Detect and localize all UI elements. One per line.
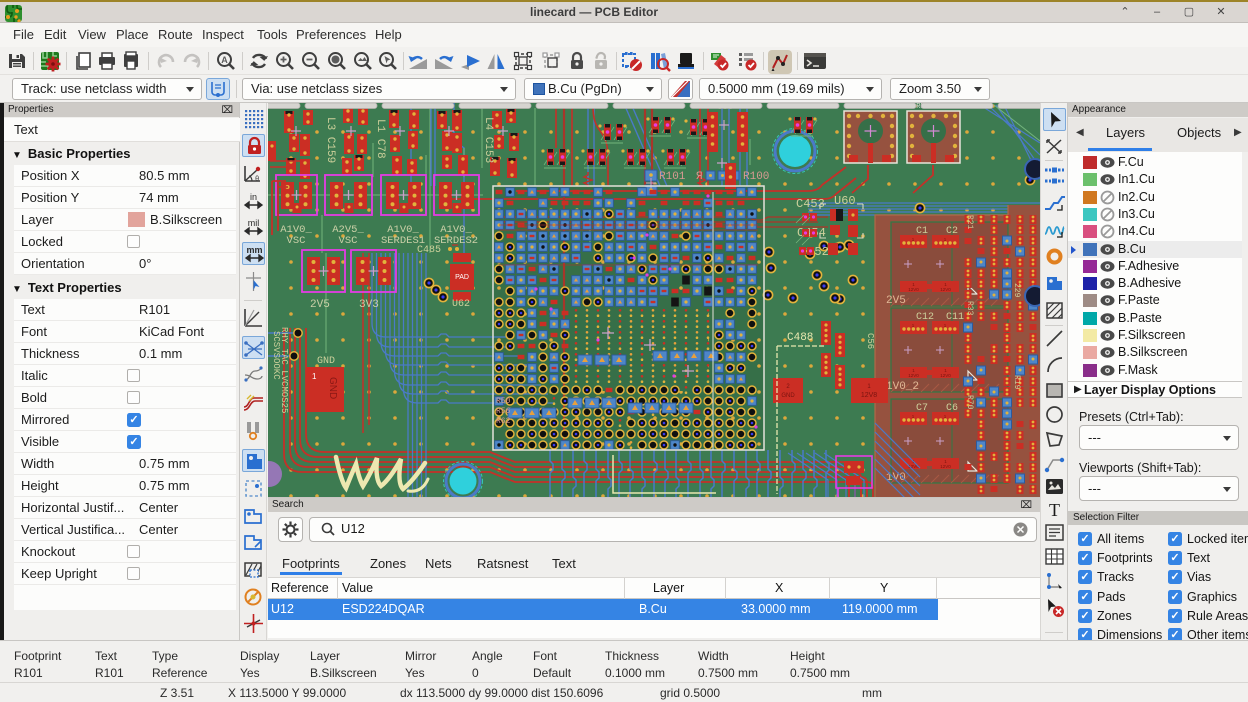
svg-text:R33: R33 [965,301,974,316]
svg-text:12V0: 12V0 [908,373,919,378]
svg-text:229: 229 [1012,283,1021,298]
svg-text:L1 C78: L1 C78 [374,119,386,159]
svg-text:1: 1 [312,372,317,381]
svg-text:R50: R50 [496,397,511,406]
svg-text:GND: GND [317,356,335,367]
svg-text:Я: Я [696,171,703,183]
svg-text:12V8: 12V8 [861,392,877,399]
svg-text:GND: GND [781,393,795,399]
svg-text:VSC: VSC [339,235,358,247]
svg-text:mm: mm [246,245,262,255]
svg-text:R19: R19 [1012,375,1021,390]
svg-text:θ: θ [255,176,259,184]
svg-text:A: A [221,55,228,65]
svg-text:R70: R70 [965,395,974,410]
svg-text:R21: R21 [965,215,974,230]
svg-text:T: T [1049,500,1060,520]
svg-text:R56: R56 [496,407,511,416]
svg-text:L3 C159: L3 C159 [324,117,336,163]
svg-text:12V0: 12V0 [940,464,951,469]
svg-text:SCSVSOOKC: SCSVSOOKC [271,331,281,380]
svg-text:R101: R101 [659,171,686,183]
svg-text:12V0: 12V0 [940,287,951,292]
svg-text:GND: GND [327,377,338,399]
svg-text:C488: C488 [787,332,813,344]
svg-text:C56: C56 [865,333,875,349]
svg-text:PAD: PAD [455,274,469,281]
svg-text:1V0_2: 1V0_2 [886,381,919,393]
svg-text:12V0: 12V0 [940,373,951,378]
svg-text:U62: U62 [452,299,470,310]
svg-text:2V5: 2V5 [310,299,330,311]
svg-text:mil: mil [248,218,260,228]
svg-text:U60: U60 [834,194,856,208]
svg-text:VSC: VSC [287,235,306,247]
svg-text:12V0: 12V0 [908,287,919,292]
svg-text:C485: C485 [417,245,441,256]
svg-text:2V5: 2V5 [886,295,906,307]
svg-text:L4 C153: L4 C153 [482,117,494,163]
svg-text:R62: R62 [496,417,511,426]
svg-text:R100: R100 [743,171,769,183]
svg-text:3V3: 3V3 [359,299,379,311]
svg-text:in: in [250,192,257,202]
